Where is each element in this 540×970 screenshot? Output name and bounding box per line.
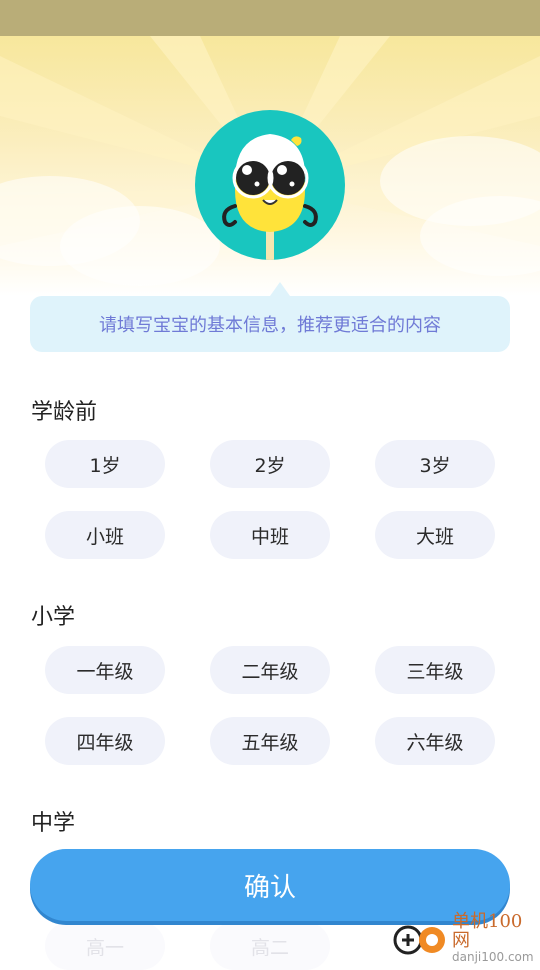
grade-option-middle-class[interactable]: 中班 <box>210 511 330 559</box>
mascot-avatar <box>195 110 345 260</box>
watermark-url: danji100.com <box>452 949 534 964</box>
grade-option-grade-5[interactable]: 五年级 <box>210 717 330 765</box>
grade-option-senior-class[interactable]: 大班 <box>375 511 495 559</box>
grade-option-senior-2[interactable]: 高二 <box>210 922 330 970</box>
tooltip-arrow <box>270 282 290 296</box>
grade-option-grade-1[interactable]: 一年级 <box>45 646 165 694</box>
grade-option-senior-1[interactable]: 高一 <box>45 922 165 970</box>
watermark: 单机100网 danji100.com <box>392 910 540 963</box>
watermark-name: 单机100网 <box>452 910 523 951</box>
grade-option-junior-class[interactable]: 小班 <box>45 511 165 559</box>
status-bar <box>0 0 540 36</box>
confirm-button[interactable]: 确认 <box>30 849 510 921</box>
grade-option-grade-3[interactable]: 三年级 <box>375 646 495 694</box>
grade-option-2-years[interactable]: 2岁 <box>210 440 330 488</box>
section-title-primary: 小学 <box>31 605 76 630</box>
grade-option-grade-4[interactable]: 四年级 <box>45 717 165 765</box>
grade-option-grade-6[interactable]: 六年级 <box>375 717 495 765</box>
watermark-logo-icon <box>392 918 448 958</box>
section-title-preschool: 学龄前 <box>31 400 98 425</box>
grade-option-grade-2[interactable]: 二年级 <box>210 646 330 694</box>
info-tooltip: 请填写宝宝的基本信息，推荐更适合的内容 <box>30 296 510 352</box>
grade-option-1-year[interactable]: 1岁 <box>45 440 165 488</box>
section-title-middle: 中学 <box>31 811 76 836</box>
grade-option-3-years[interactable]: 3岁 <box>375 440 495 488</box>
mascot-icon <box>222 134 318 260</box>
